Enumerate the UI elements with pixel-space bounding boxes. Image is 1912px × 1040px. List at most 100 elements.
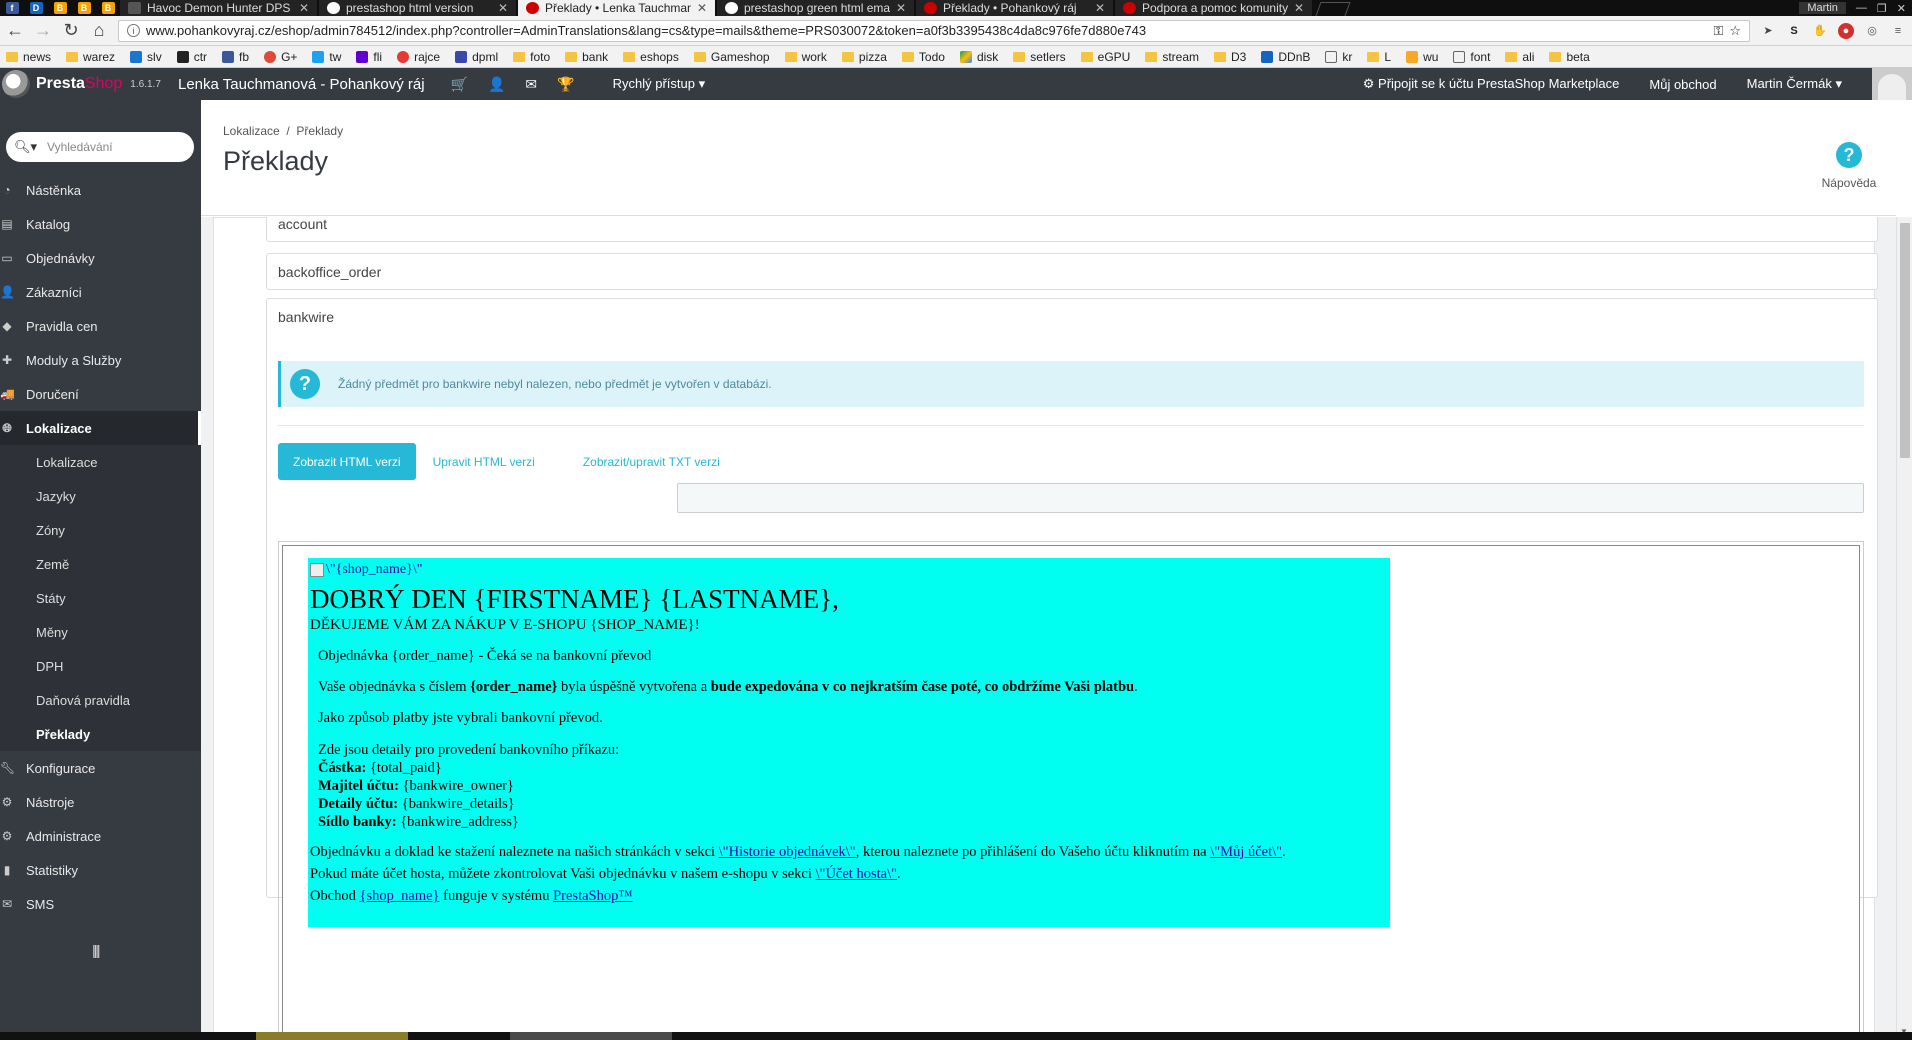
browser-tab-0[interactable]: Havoc Demon Hunter DPS ✕ xyxy=(120,0,317,16)
sidebar-item-tools[interactable]: ⚙ Nástroje xyxy=(0,785,201,819)
marketplace-link[interactable]: ⚙ Připojit se k účtu PrestaShop Marketpl… xyxy=(1363,76,1620,92)
browser-tab-1[interactable]: prestashop html version ✕ xyxy=(319,0,516,16)
bookmark-pizza[interactable]: pizza xyxy=(841,50,887,64)
sidebar-item-orders[interactable]: ▭ Objednávky xyxy=(0,241,201,275)
bookmark-gplus[interactable]: G+ xyxy=(264,50,297,64)
sidebar-item-administration[interactable]: ⚙ Administrace xyxy=(0,819,201,853)
bookmark-beta[interactable]: beta xyxy=(1549,50,1590,64)
info-icon[interactable]: i xyxy=(127,24,140,37)
bookmark-kr[interactable]: kr xyxy=(1325,50,1352,64)
submenu-item-currencies[interactable]: Měny xyxy=(0,615,201,649)
accordion-account[interactable]: account xyxy=(266,217,1878,242)
bookmark-fli[interactable]: fli xyxy=(356,50,382,64)
breadcrumb-parent[interactable]: Lokalizace xyxy=(223,124,280,138)
bookmark-slv[interactable]: slv xyxy=(130,50,162,64)
adblock-extension-icon[interactable]: ● xyxy=(1838,22,1854,39)
trophy-icon[interactable]: 🏆 xyxy=(557,76,574,93)
submenu-item-zones[interactable]: Zóny xyxy=(0,513,201,547)
sidebar-item-price-rules[interactable]: ◆ Pravidla cen xyxy=(0,309,201,343)
browser-tab-2[interactable]: Překlady • Lenka Tauchmanová ✕ xyxy=(518,0,715,16)
title-tag-input[interactable] xyxy=(677,483,1864,513)
menu-icon[interactable]: ≡ xyxy=(1890,23,1906,39)
back-arrow-icon[interactable]: ← xyxy=(6,20,24,41)
forward-arrow-icon[interactable]: → xyxy=(34,20,52,41)
html-preview-frame[interactable]: \"{shop_name}\" DOBRÝ DEN {FIRSTNAME} {L… xyxy=(282,545,1860,1040)
sidebar-item-customers[interactable]: 👤 Zákazníci xyxy=(0,275,201,309)
address-bar[interactable]: i www.pohankovyraj.cz/eshop/admin784512/… xyxy=(118,19,1750,42)
tab-edit-html[interactable]: Upravit HTML verzi xyxy=(418,443,550,480)
accordion-backoffice-order[interactable]: backoffice_order xyxy=(266,253,1878,290)
close-icon[interactable]: ✕ xyxy=(1294,1,1304,15)
submenu-item-states[interactable]: Státy xyxy=(0,581,201,615)
bookmark-d3[interactable]: D3 xyxy=(1214,50,1246,64)
help-button[interactable]: ? Nápověda xyxy=(1814,142,1884,190)
bookmark-wu[interactable]: wu xyxy=(1406,50,1438,64)
order-history-link[interactable]: \"Historie objednávek\" xyxy=(719,844,856,860)
camera-extension-icon[interactable]: ◎ xyxy=(1864,23,1880,39)
envelope-icon[interactable]: ✉ xyxy=(525,76,537,93)
taskbar-item[interactable] xyxy=(256,1032,408,1040)
pinned-tab-facebook[interactable]: f xyxy=(0,0,24,16)
taskbar-item[interactable] xyxy=(510,1032,672,1040)
bookmark-stream[interactable]: stream xyxy=(1145,50,1199,64)
submenu-item-localization[interactable]: Lokalizace xyxy=(0,445,201,479)
sidebar-item-stats[interactable]: ▮ Statistiky xyxy=(0,853,201,887)
my-account-link[interactable]: \"Můj účet\" xyxy=(1210,844,1282,860)
browser-tab-5[interactable]: Podpora a pomoc komunity ✕ xyxy=(1115,0,1312,16)
close-icon[interactable]: ✕ xyxy=(896,1,906,15)
browser-tab-4[interactable]: Překlady • Pohankový ráj ✕ xyxy=(916,0,1113,16)
user-icon[interactable]: 👤 xyxy=(488,76,505,93)
guest-account-link[interactable]: \"Účet hosta\" xyxy=(816,866,898,882)
bookmark-setlers[interactable]: setlers xyxy=(1013,50,1066,64)
bookmark-l[interactable]: L xyxy=(1367,50,1391,64)
sidebar-item-sms[interactable]: ✉ SMS xyxy=(0,887,201,921)
shop-name[interactable]: Lenka Tauchmanová - Pohankový ráj xyxy=(178,76,425,93)
restore-icon[interactable]: ❐ xyxy=(1877,2,1887,15)
s-extension-icon[interactable]: S xyxy=(1786,23,1802,39)
tab-view-html[interactable]: Zobrazit HTML verzi xyxy=(278,443,416,480)
bookmark-foto[interactable]: foto xyxy=(513,50,550,64)
bookmark-fb[interactable]: fb xyxy=(222,50,249,64)
submenu-item-languages[interactable]: Jazyky xyxy=(0,479,201,513)
pinned-tab-3[interactable]: B xyxy=(96,0,120,16)
bookmark-bank[interactable]: bank xyxy=(565,50,608,64)
bookmark-font[interactable]: font xyxy=(1453,50,1490,64)
scrollbar-thumb[interactable] xyxy=(1900,223,1910,458)
submenu-item-translations[interactable]: Překlady xyxy=(0,717,201,751)
profile-button[interactable]: Martin xyxy=(1799,2,1846,14)
bookmark-egpu[interactable]: eGPU xyxy=(1080,50,1130,64)
bookmark-warez[interactable]: warez xyxy=(66,50,115,64)
bookmark-disk[interactable]: disk xyxy=(959,50,998,64)
shop-name-link[interactable]: {shop_name} xyxy=(360,888,440,904)
bookmark-eshops[interactable]: eshops xyxy=(623,50,679,64)
sidebar-item-modules[interactable]: ✚ Moduly a Služby xyxy=(0,343,201,377)
reload-icon[interactable]: ↻ xyxy=(62,20,80,41)
pinned-tab-dl[interactable]: D xyxy=(24,0,48,16)
search-input[interactable]: 🔍︎▾ Vyhledávání xyxy=(6,132,194,162)
sidebar-item-shipping[interactable]: 🚚 Doručení xyxy=(0,377,201,411)
close-icon[interactable]: ✕ xyxy=(498,1,508,15)
close-icon[interactable]: ✕ xyxy=(1095,1,1105,15)
employee-dropdown[interactable]: Martin Čermák ▾ xyxy=(1747,76,1842,92)
search-icon[interactable]: 🔍︎▾ xyxy=(14,139,37,155)
minimize-icon[interactable]: — xyxy=(1856,2,1867,14)
pinned-tab-1[interactable]: B xyxy=(48,0,72,16)
bookmark-star-icon[interactable]: ☆ xyxy=(1729,23,1741,39)
bookmark-tw[interactable]: tw xyxy=(312,50,341,64)
cart-icon[interactable]: 🛒 xyxy=(451,76,468,93)
close-window-icon[interactable]: ✕ xyxy=(1897,2,1906,15)
bookmark-news[interactable]: news xyxy=(6,50,51,64)
prestashop-link[interactable]: PrestaShop™ xyxy=(553,888,632,904)
submenu-item-countries[interactable]: Země xyxy=(0,547,201,581)
bookmark-rajce[interactable]: rajce xyxy=(397,50,440,64)
page-scrollbar[interactable]: ▼ xyxy=(1896,217,1912,1040)
bookmark-work[interactable]: work xyxy=(784,50,827,64)
close-icon[interactable]: ✕ xyxy=(299,1,309,15)
sidebar-item-configuration[interactable]: 🔧︎ Konfigurace xyxy=(0,751,201,785)
bookmark-ddnb[interactable]: DDnB xyxy=(1261,50,1310,64)
sidebar-collapse-icon[interactable]: |||| xyxy=(92,942,100,958)
cursor-extension-icon[interactable]: ➤ xyxy=(1760,23,1776,39)
new-tab-button[interactable] xyxy=(1315,2,1351,16)
bookmark-ctr[interactable]: ctr xyxy=(176,50,207,64)
bookmark-gameshop[interactable]: Gameshop xyxy=(693,50,770,64)
